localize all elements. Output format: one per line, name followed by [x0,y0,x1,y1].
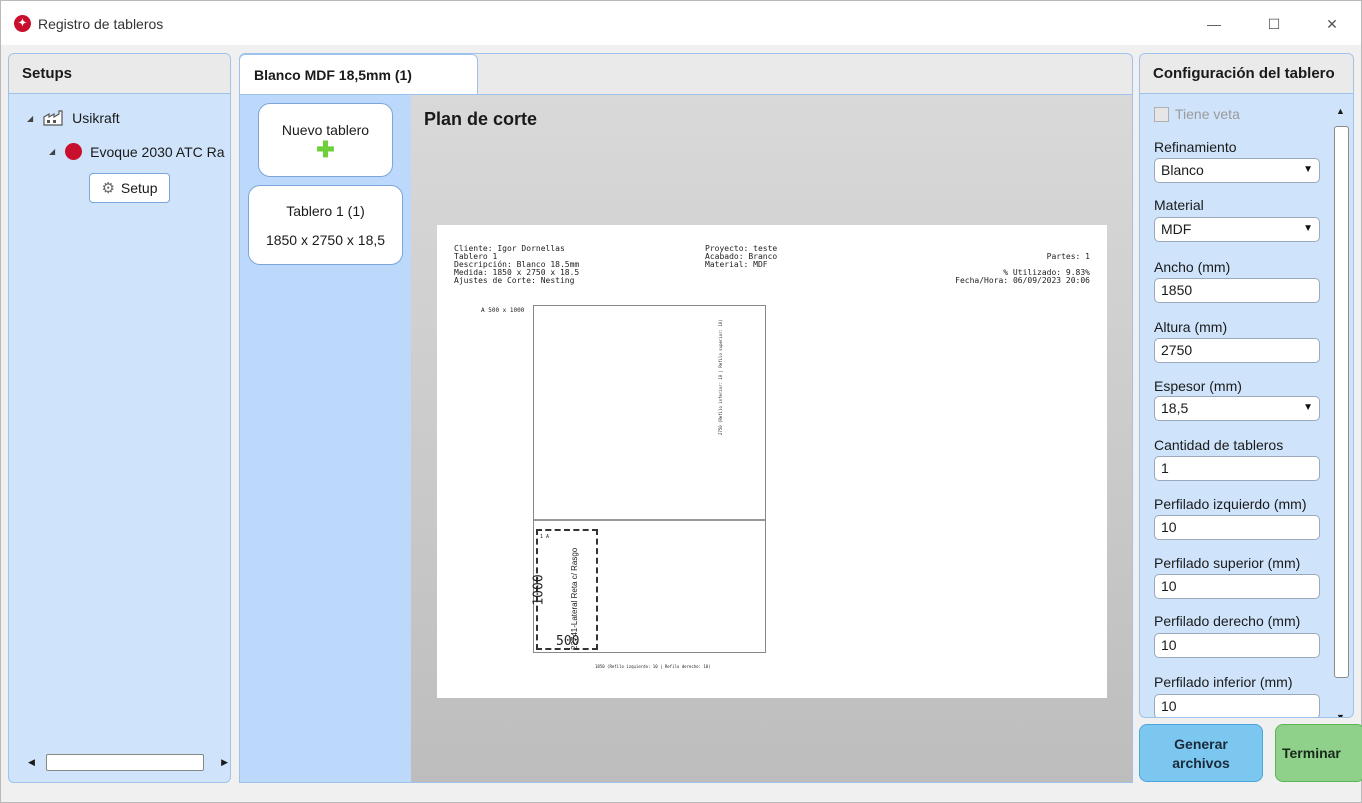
boards-column: Nuevo tablero ✚ Tablero 1 (1) 1850 x 275… [239,95,411,783]
checkbox-icon[interactable] [1154,106,1169,122]
dropdown-caret-icon: ▼ [1303,402,1313,413]
scroll-right-icon[interactable]: ▶ [221,757,228,768]
new-board-button[interactable]: Nuevo tablero ✚ [258,103,393,177]
board-name: Tablero 1 (1) [286,203,365,219]
trim-left-input[interactable]: 10 [1154,515,1320,540]
remnant-region [534,306,765,521]
tree-item-label: Usikraft [72,110,120,126]
maximize-button[interactable]: ☐ [1251,11,1297,37]
header-material: Material: MDF [705,260,768,269]
scroll-left-icon[interactable]: ◀ [28,757,35,768]
dropdown-caret-icon: ▼ [1303,164,1313,175]
height-input[interactable]: 2750 [1154,338,1320,363]
factory-icon [43,110,63,126]
expand-triangle-icon[interactable]: ◢ [49,147,55,156]
header-parts: Partes: 1 [1046,252,1090,261]
tab-board-group[interactable]: Blanco MDF 18,5mm (1) [239,54,478,94]
expand-triangle-icon[interactable]: ◢ [27,114,33,123]
part-width: 500 [556,634,580,649]
new-board-label: Nuevo tablero [281,122,370,138]
trim-left-label: Perfilado izquierdo (mm) [1154,496,1307,512]
board-dims: 1850 x 2750 x 18,5 [265,232,386,248]
app-window: ✦ Registro de tableros — ☐ ✕ Setups ◢ Us… [0,0,1362,803]
scroll-down-icon[interactable]: ▼ [1336,712,1345,717]
board-config-panel: Configuración del tablero Tiene veta Ref… [1139,53,1354,718]
refinement-value: Blanco [1161,162,1204,178]
thickness-select[interactable]: 18,5 ▼ [1154,396,1320,421]
tree-item-setup[interactable]: ⚙ Setup [89,173,170,203]
title-bar: ✦ Registro de tableros — ☐ ✕ [1,1,1361,45]
plan-title: Plan de corte [424,109,538,129]
setups-header: Setups [9,54,230,94]
trim-bottom-input[interactable]: 10 [1154,694,1320,717]
app-logo-icon: ✦ [14,15,31,32]
bottom-dimension-label: 1850 (Refilo izquierdo: 10 | Refilo dere… [595,664,711,669]
scrollbar-thumb[interactable] [46,753,204,771]
quantity-input[interactable]: 1 [1154,456,1320,481]
thickness-value: 18,5 [1161,400,1189,416]
refinement-label: Refinamiento [1154,139,1237,155]
material-label: Material [1154,197,1204,213]
refinement-select[interactable]: Blanco ▼ [1154,158,1320,183]
material-value: MDF [1161,221,1192,237]
tree-item-label: Setup [120,180,158,196]
trim-right-input[interactable]: 10 [1154,633,1320,658]
remnant-label: A 500 x 1000 [481,307,525,314]
cut-plan-area: Plan de corte Cliente: Igor Dornellas Ta… [411,95,1133,783]
thickness-label: Espesor (mm) [1154,378,1242,394]
width-input[interactable]: 1850 [1154,278,1320,303]
generate-files-button[interactable]: Generar archivos [1139,724,1263,782]
gear-icon: ⚙ [101,180,115,197]
quantity-label: Cantidad de tableros [1154,437,1284,453]
setups-panel: Setups ◢ Usikraft ◢ Evoque 2030 ATC Ra ⚙… [8,53,231,783]
close-button[interactable]: ✕ [1309,11,1355,37]
tree-item-label: Evoque 2030 ATC Ra [90,143,225,160]
header-datetime: Fecha/Hora: 06/09/2023 20:06 [955,276,1090,285]
grain-checkbox[interactable]: Tiene veta [1154,106,1240,122]
scroll-up-icon[interactable]: ▲ [1336,106,1345,116]
window-title: Registro de tableros [38,16,164,32]
cut-part[interactable]: 1 A 1000 22741-Lateral Reta c/ Rasgo 500 [531,529,598,650]
side-dimension-label: 2750 (Refilo inferior: 10 | Refilo super… [718,319,723,435]
header-cut-settings: Ajustes de Corte: Nesting [454,276,575,285]
part-height: 1000 [531,574,547,606]
width-label: Ancho (mm) [1154,259,1231,275]
config-form: Tiene veta Refinamiento Blanco ▼ Materia… [1140,94,1340,717]
trim-bottom-label: Perfilado inferior (mm) [1154,674,1293,690]
trim-top-input[interactable]: 10 [1154,574,1320,599]
tree-item-usikraft[interactable]: ◢ Usikraft [27,110,120,126]
vertical-scrollbar[interactable]: ▲ ▼ [1333,104,1350,717]
cut-plan-sheet: Cliente: Igor Dornellas Tablero 1 Descri… [437,225,1107,698]
part-id: 1 A [540,534,550,540]
board-card[interactable]: Tablero 1 (1) 1850 x 2750 x 18,5 [248,185,403,265]
height-label: Altura (mm) [1154,319,1228,335]
tree-item-machine[interactable]: ◢ Evoque 2030 ATC Ra [49,143,230,160]
config-header: Configuración del tablero [1140,54,1353,94]
trim-right-label: Perfilado derecho (mm) [1154,613,1301,629]
dropdown-caret-icon: ▼ [1303,223,1313,234]
finish-button[interactable]: Terminar [1275,724,1362,782]
horizontal-scrollbar[interactable]: ◀ ▶ [24,752,230,772]
material-select[interactable]: MDF ▼ [1154,217,1320,242]
machine-logo-icon [65,143,83,160]
grain-label: Tiene veta [1175,106,1240,122]
trim-top-label: Perfilado superior (mm) [1154,555,1301,571]
scrollbar-thumb[interactable] [1334,126,1349,678]
minimize-button[interactable]: — [1191,11,1237,37]
add-icon: ✚ [316,137,335,162]
